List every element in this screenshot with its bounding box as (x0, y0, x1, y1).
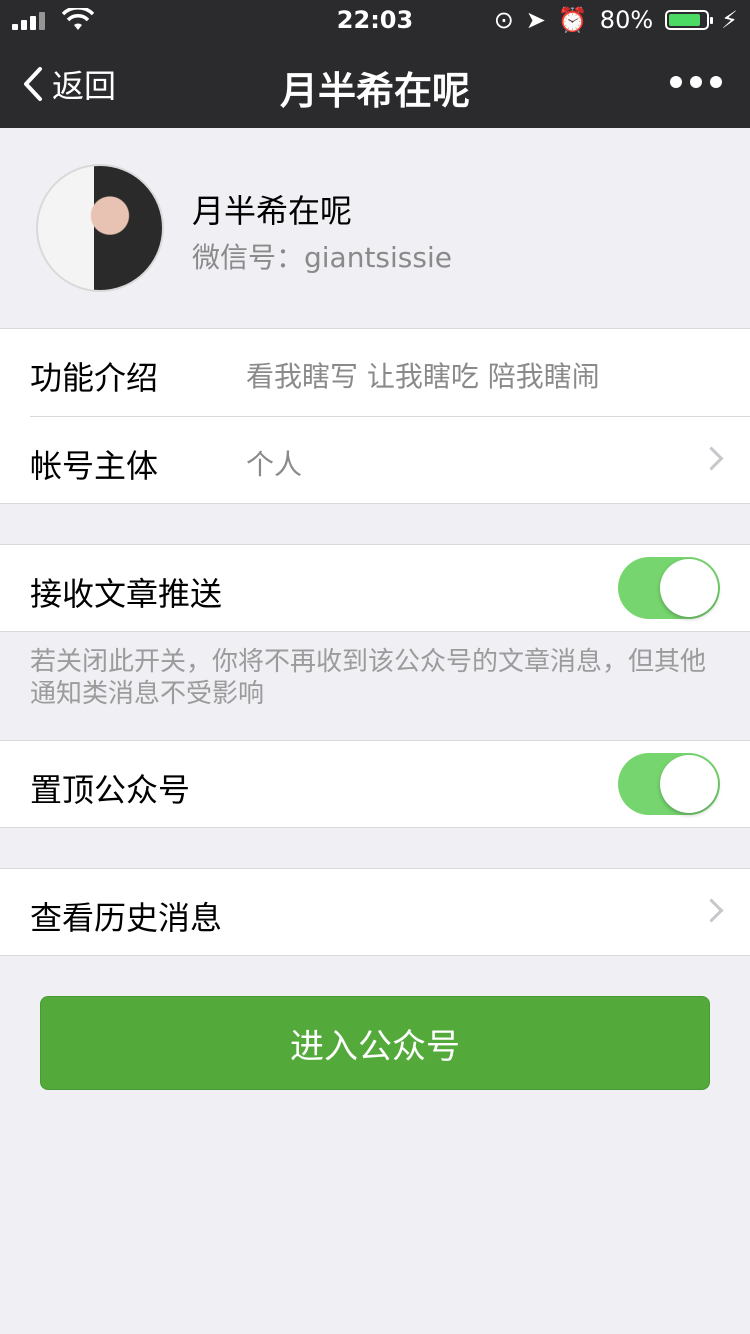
status-right: ⊙ ➤ ⏰ 80% ⚡ (494, 6, 738, 34)
pin-top-toggle[interactable] (618, 753, 720, 815)
orientation-lock-icon: ⊙ (493, 6, 514, 34)
intro-value: 看我瞎写 让我瞎吃 陪我瞎闹 (246, 360, 600, 393)
enter-account-button[interactable]: 进入公众号 (40, 996, 710, 1090)
receive-push-label: 接收文章推送 (30, 575, 223, 613)
account-owner-cell[interactable]: 帐号主体 个人 (0, 417, 750, 504)
info-group: 功能介绍 看我瞎写 让我瞎吃 陪我瞎闹 帐号主体 个人 (0, 328, 750, 504)
avatar[interactable] (36, 164, 164, 292)
pin-top-cell: 置顶公众号 (0, 740, 750, 828)
chevron-right-icon (699, 446, 724, 471)
more-dots-icon[interactable] (670, 76, 722, 88)
location-arrow-icon: ➤ (525, 6, 546, 34)
history-label: 查看历史消息 (30, 899, 223, 937)
receive-push-cell: 接收文章推送 (0, 544, 750, 632)
charging-icon: ⚡ (721, 6, 738, 34)
history-cell[interactable]: 查看历史消息 (0, 868, 750, 956)
account-owner-label: 帐号主体 (30, 447, 159, 485)
alarm-icon: ⏰ (557, 6, 588, 34)
battery-percent: 80% (599, 6, 654, 34)
profile-name: 月半希在呢 (192, 192, 353, 230)
receive-push-toggle[interactable] (618, 557, 720, 619)
pin-top-label: 置顶公众号 (30, 771, 191, 809)
receive-push-hint: 若关闭此开关，你将不再收到该公众号的文章消息，但其他通知类消息不受影响 (30, 647, 707, 709)
page-title: 月半希在呢 (279, 69, 470, 113)
intro-cell: 功能介绍 看我瞎写 让我瞎吃 陪我瞎闹 (0, 329, 750, 416)
chevron-right-icon (699, 898, 724, 923)
account-owner-value: 个人 (246, 448, 303, 481)
profile-wechat-id: 微信号：giantsissie (192, 241, 452, 274)
intro-label: 功能介绍 (30, 359, 159, 397)
battery-icon (665, 10, 714, 30)
